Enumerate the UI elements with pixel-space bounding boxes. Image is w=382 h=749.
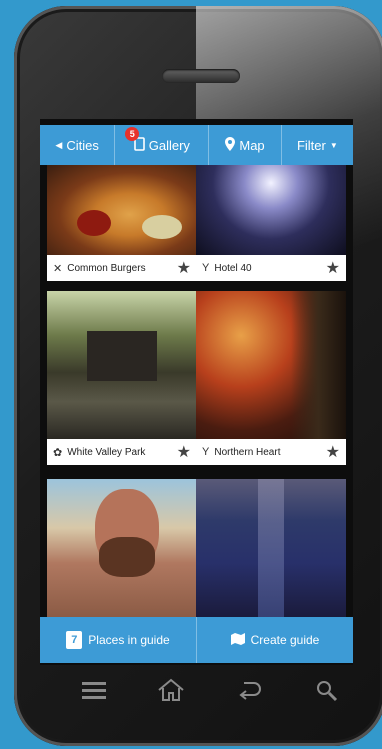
star-icon[interactable]: ★ (326, 442, 340, 462)
hotel-photo (196, 165, 346, 255)
nav-cities-label: Cities (66, 137, 99, 153)
nav-gallery-label: Gallery (148, 137, 190, 153)
beach-selfie-photo (47, 479, 197, 619)
guide-map-icon (230, 632, 245, 648)
back-icon[interactable] (236, 680, 262, 706)
star-icon[interactable]: ★ (177, 442, 191, 462)
place-caption: ✕ Common Burgers ★ (47, 255, 197, 281)
places-count: 7 (66, 631, 83, 649)
star-icon[interactable]: ★ (326, 258, 340, 278)
place-caption: ✿ White Valley Park ★ (47, 439, 197, 465)
cocktail-icon: Y (202, 262, 210, 274)
nav-gallery-button[interactable]: 5 Gallery (115, 125, 210, 165)
place-tile[interactable] (196, 479, 346, 619)
places-gallery: ✕ Common Burgers ★ Y Hotel 40 ★ ✿ White … (40, 165, 353, 619)
top-nav-bar: ◀ Cities 5 Gallery Map Filter ▼ (40, 125, 353, 165)
pinball-photo (196, 291, 346, 439)
cocktail-icon: Y (202, 446, 210, 458)
menu-icon[interactable] (82, 681, 106, 703)
nav-cities-button[interactable]: ◀ Cities (40, 125, 116, 165)
nav-map-button[interactable]: Map (209, 125, 282, 165)
places-in-guide-button[interactable]: 7 Places in guide (40, 617, 197, 663)
place-caption: Y Hotel 40 ★ (196, 255, 346, 281)
burgers-photo (47, 165, 197, 255)
home-icon[interactable] (156, 678, 186, 706)
nav-filter-label: Filter (296, 137, 326, 153)
place-name: Northern Heart (214, 446, 281, 458)
phone-frame: ◀ Cities 5 Gallery Map Filter ▼ ✕ Common… (14, 6, 382, 746)
search-icon[interactable] (316, 680, 338, 706)
place-tile[interactable]: Y Hotel 40 ★ (196, 165, 346, 281)
caret-down-icon: ▼ (329, 140, 338, 150)
place-name: Common Burgers (67, 262, 146, 274)
place-caption: Y Northern Heart ★ (196, 439, 346, 465)
chevron-left-icon: ◀ (55, 139, 63, 150)
leaf-icon: ✿ (53, 446, 63, 459)
places-in-guide-label: Places in guide (88, 633, 170, 647)
place-tile[interactable]: Y Northern Heart ★ (196, 291, 346, 465)
create-guide-button[interactable]: Create guide (197, 617, 353, 663)
park-photo (47, 291, 197, 439)
app-screen: ◀ Cities 5 Gallery Map Filter ▼ ✕ Common… (40, 119, 353, 665)
fork-knife-icon: ✕ (53, 262, 63, 275)
bottom-bar: 7 Places in guide Create guide (40, 617, 353, 663)
star-icon[interactable]: ★ (177, 258, 191, 278)
place-tile[interactable]: ✿ White Valley Park ★ (47, 291, 197, 465)
nav-filter-button[interactable]: Filter ▼ (282, 125, 353, 165)
map-pin-icon (225, 136, 236, 154)
place-tile[interactable]: ✕ Common Burgers ★ (47, 165, 197, 281)
place-name: Hotel 40 (214, 262, 252, 274)
create-guide-label: Create guide (250, 633, 320, 647)
phone-speaker (162, 69, 240, 83)
nav-map-label: Map (239, 137, 265, 153)
place-tile[interactable] (47, 479, 197, 619)
place-name: White Valley Park (67, 446, 146, 458)
bowling-photo (196, 479, 346, 619)
